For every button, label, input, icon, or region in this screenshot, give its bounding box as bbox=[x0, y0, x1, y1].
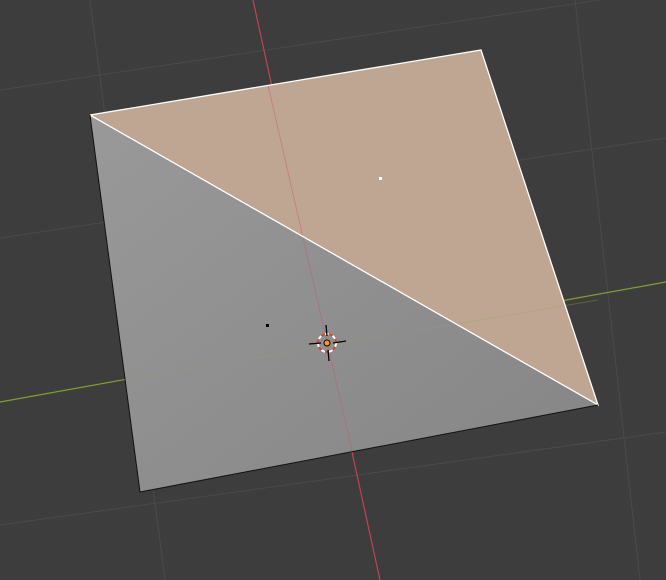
object-origin-icon bbox=[323, 339, 331, 347]
3d-viewport[interactable] bbox=[0, 0, 666, 580]
face-dot-selected bbox=[379, 177, 382, 180]
face-dot-unselected bbox=[266, 324, 269, 327]
